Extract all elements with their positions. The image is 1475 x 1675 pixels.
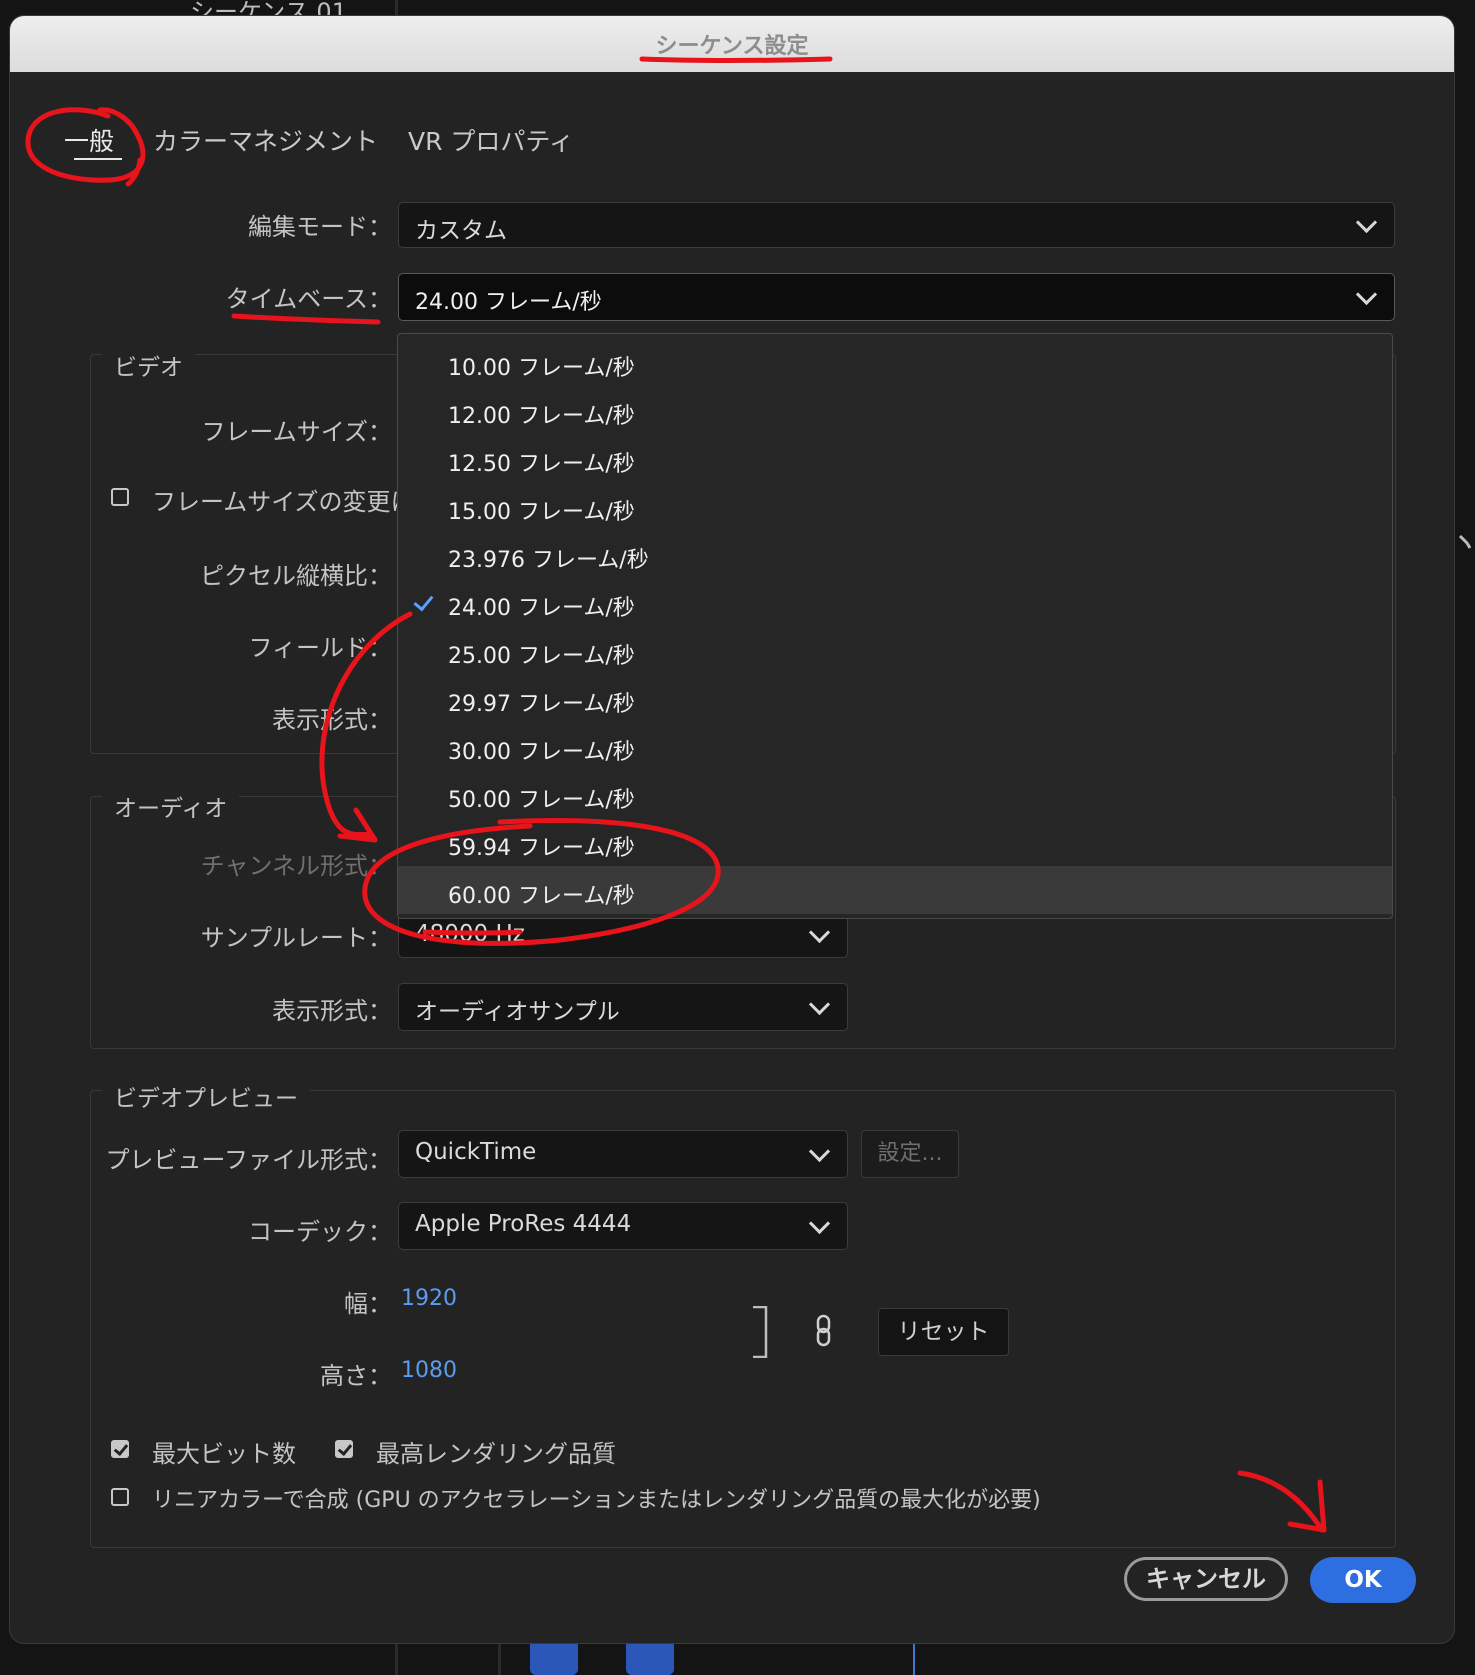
timebase-label: タイムベース： bbox=[225, 285, 392, 313]
timebase-option[interactable]: 59.94 フレーム/秒 bbox=[398, 818, 1392, 866]
dialog-title: シーケンス設定 bbox=[655, 34, 809, 59]
timebase-option-label: 30.00 フレーム/秒 bbox=[448, 740, 635, 765]
edit-mode-value: カスタム bbox=[415, 218, 507, 244]
timebase-option[interactable]: 50.00 フレーム/秒 bbox=[398, 770, 1392, 818]
sample-rate-value: 48000 Hz bbox=[415, 921, 525, 947]
background-divider bbox=[395, 0, 398, 16]
timebase-dropdown[interactable]: 24.00 フレーム/秒 bbox=[398, 273, 1395, 321]
timebase-option-label: 15.00 フレーム/秒 bbox=[448, 500, 635, 525]
background-track-tab bbox=[530, 1643, 578, 1675]
preview-file-format-label: プレビューファイル形式： bbox=[105, 1146, 392, 1174]
width-label: 幅： bbox=[344, 1290, 392, 1318]
max-render-quality-label: 最高レンダリング品質 bbox=[376, 1440, 616, 1468]
background-divider bbox=[395, 1643, 398, 1675]
ok-button[interactable]: OK bbox=[1310, 1557, 1416, 1603]
change-frame-size-label: フレームサイズの変更に bbox=[152, 488, 397, 516]
codec-value: Apple ProRes 4444 bbox=[415, 1211, 632, 1237]
timebase-option-label: 50.00 フレーム/秒 bbox=[448, 788, 635, 813]
width-value[interactable]: 1920 bbox=[401, 1286, 457, 1311]
timebase-option-highlighted[interactable]: 60.00 フレーム/秒 bbox=[398, 866, 1392, 914]
timebase-option[interactable]: 25.00 フレーム/秒 bbox=[398, 626, 1392, 674]
max-bit-depth-label: 最大ビット数 bbox=[152, 1440, 296, 1468]
video-display-format-label: 表示形式： bbox=[272, 706, 392, 734]
tab-color-management[interactable]: カラーマネジメント bbox=[153, 122, 378, 158]
audio-display-format-label: 表示形式： bbox=[272, 997, 392, 1025]
chevron-down-icon bbox=[1355, 211, 1378, 234]
edit-mode-dropdown[interactable]: カスタム bbox=[398, 202, 1395, 248]
preview-file-format-dropdown[interactable]: QuickTime bbox=[398, 1130, 848, 1178]
timebase-option-label: 10.00 フレーム/秒 bbox=[448, 356, 635, 381]
timebase-option[interactable]: 15.00 フレーム/秒 bbox=[398, 482, 1392, 530]
wrench-icon[interactable] bbox=[1458, 534, 1472, 552]
timebase-option-label: 25.00 フレーム/秒 bbox=[448, 644, 635, 669]
timebase-menu: 10.00 フレーム/秒 12.00 フレーム/秒 12.50 フレーム/秒 1… bbox=[397, 333, 1393, 919]
chevron-down-icon bbox=[808, 1140, 831, 1163]
link-chain-icon[interactable] bbox=[815, 1314, 833, 1348]
timebase-option[interactable]: 12.50 フレーム/秒 bbox=[398, 434, 1392, 482]
codec-label: コーデック： bbox=[248, 1218, 392, 1246]
checkmark-icon bbox=[413, 590, 434, 612]
preview-settings-button[interactable]: 設定... bbox=[861, 1130, 959, 1178]
background-playhead bbox=[913, 1643, 915, 1675]
linear-color-checkbox[interactable] bbox=[111, 1488, 129, 1506]
background-divider bbox=[498, 1643, 501, 1675]
frame-size-label: フレームサイズ： bbox=[201, 418, 392, 446]
codec-dropdown[interactable]: Apple ProRes 4444 bbox=[398, 1202, 848, 1250]
background-track-tab bbox=[626, 1643, 674, 1675]
height-label: 高さ： bbox=[320, 1362, 392, 1390]
timebase-option-label: 12.50 フレーム/秒 bbox=[448, 452, 635, 477]
timebase-option-label: 29.97 フレーム/秒 bbox=[448, 692, 635, 717]
timebase-option[interactable]: 29.97 フレーム/秒 bbox=[398, 674, 1392, 722]
audio-display-format-dropdown[interactable]: オーディオサンプル bbox=[398, 983, 848, 1031]
sample-rate-label: サンプルレート： bbox=[200, 924, 392, 952]
timebase-option-label: 59.94 フレーム/秒 bbox=[448, 836, 635, 861]
channel-format-label: チャンネル形式： bbox=[200, 852, 392, 880]
timebase-option-label: 24.00 フレーム/秒 bbox=[448, 596, 635, 621]
fields-label: フィールド： bbox=[248, 634, 392, 662]
audio-display-format-value: オーディオサンプル bbox=[415, 999, 620, 1025]
timebase-option-selected[interactable]: 24.00 フレーム/秒 bbox=[398, 578, 1392, 626]
timebase-option-label: 12.00 フレーム/秒 bbox=[448, 404, 635, 429]
chevron-down-icon bbox=[808, 921, 831, 944]
timebase-option[interactable]: 23.976 フレーム/秒 bbox=[398, 530, 1392, 578]
timebase-option[interactable]: 12.00 フレーム/秒 bbox=[398, 386, 1392, 434]
video-preview-section-title: ビデオプレビュー bbox=[102, 1079, 310, 1113]
timebase-option[interactable]: 10.00 フレーム/秒 bbox=[398, 338, 1392, 386]
video-section-title: ビデオ bbox=[102, 348, 195, 382]
bracket-icon bbox=[752, 1305, 768, 1359]
audio-section-title: オーディオ bbox=[102, 789, 240, 823]
chevron-down-icon bbox=[808, 993, 831, 1016]
tab-general-underline bbox=[74, 158, 122, 160]
timebase-option[interactable]: 30.00 フレーム/秒 bbox=[398, 722, 1392, 770]
chevron-down-icon bbox=[1355, 283, 1378, 306]
tab-general[interactable]: 一般 bbox=[64, 122, 114, 158]
max-bit-depth-checkbox[interactable] bbox=[111, 1440, 129, 1458]
max-render-quality-checkbox[interactable] bbox=[335, 1440, 353, 1458]
timebase-option-label: 60.00 フレーム/秒 bbox=[448, 884, 635, 909]
preview-file-format-value: QuickTime bbox=[415, 1139, 537, 1165]
change-frame-size-checkbox[interactable] bbox=[111, 488, 129, 506]
timebase-value: 24.00 フレーム/秒 bbox=[415, 290, 602, 315]
linear-color-label: リニアカラーで合成 (GPU のアクセラレーションまたはレンダリング品質の最大化… bbox=[152, 1488, 1041, 1513]
tab-vr-properties[interactable]: VR プロパティ bbox=[408, 122, 574, 158]
edit-mode-label: 編集モード： bbox=[248, 213, 392, 241]
height-value[interactable]: 1080 bbox=[401, 1358, 457, 1383]
reset-button[interactable]: リセット bbox=[878, 1308, 1009, 1356]
chevron-down-icon bbox=[808, 1212, 831, 1235]
timebase-option-label: 23.976 フレーム/秒 bbox=[448, 548, 649, 573]
pixel-aspect-label: ピクセル縦横比： bbox=[200, 562, 392, 590]
cancel-button[interactable]: キャンセル bbox=[1124, 1557, 1288, 1601]
